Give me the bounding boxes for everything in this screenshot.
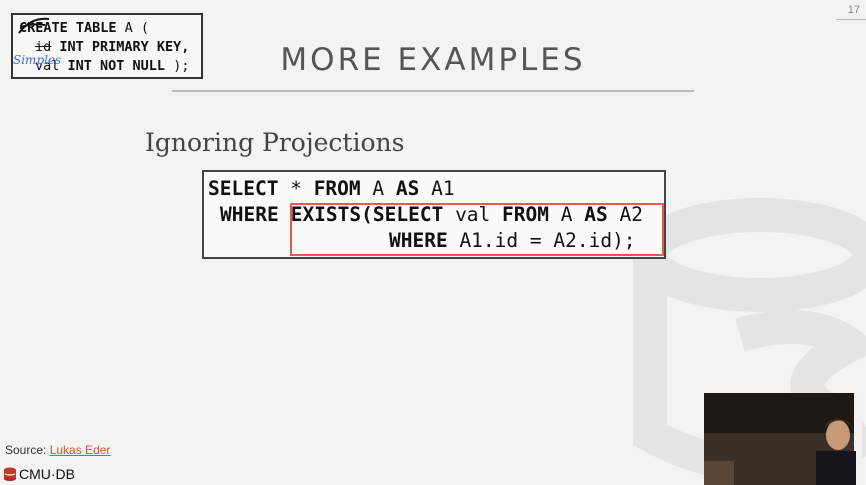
scribble-mark	[18, 17, 50, 34]
schema-id-type: INT PRIMARY KEY,	[51, 39, 190, 55]
source-label: Source:	[5, 443, 50, 457]
page-number-rule	[836, 19, 866, 20]
code-text: A	[360, 177, 396, 200]
speaker-video-inset	[704, 393, 862, 485]
brand-label: CMU·DB	[19, 466, 75, 482]
code-keyword: SELECT	[208, 177, 279, 200]
title-divider	[172, 90, 694, 92]
slide: CREATE TABLE A ( id INT PRIMARY KEY, val…	[0, 0, 866, 485]
cmu-db-logo-icon	[4, 467, 16, 481]
schema-val-type: INT NOT NULL	[59, 58, 166, 74]
code-keyword: WHERE	[220, 203, 279, 226]
slide-subtitle: Ignoring Projections	[145, 128, 405, 157]
code-text: *	[278, 177, 314, 200]
code-text: A1	[419, 177, 455, 200]
page-number: 17	[847, 4, 860, 16]
code-keyword: AS	[395, 177, 420, 200]
schema-table-name: A (	[116, 20, 150, 36]
handwritten-annotation: Simples	[13, 53, 62, 67]
code-keyword: FROM	[313, 177, 361, 200]
speaker-video-frame	[704, 393, 862, 485]
source-credit: Source: Lukas Eder	[5, 443, 110, 457]
source-link[interactable]: Lukas Eder	[50, 443, 111, 457]
subquery-highlight-box	[290, 203, 664, 256]
code-line-1: SELECT * FROM A AS A1	[208, 177, 455, 200]
sql-code-box: SELECT * FROM A AS A1 WHERE EXISTS(SELECT…	[202, 170, 666, 259]
cmu-db-brand: CMU·DB	[3, 466, 75, 482]
slide-title: MORE EXAMPLES	[280, 42, 586, 78]
